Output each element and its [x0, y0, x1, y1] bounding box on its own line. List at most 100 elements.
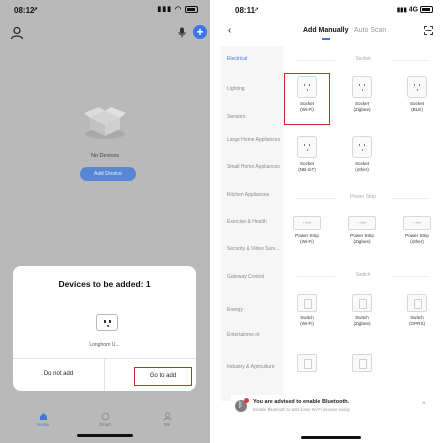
section-title-socket: Socket	[283, 56, 443, 64]
device-switch-more-2[interactable]	[340, 354, 384, 372]
socket-icon	[352, 136, 372, 158]
device-label: Socket (NB-IoT)	[298, 161, 316, 172]
signal-icon: ▮▮▮	[157, 6, 172, 13]
active-tab-indicator	[322, 38, 330, 40]
device-socket-other[interactable]: Socket (other)	[340, 136, 384, 172]
device-label: Switch (GPRS)	[408, 315, 426, 326]
switch-icon	[352, 354, 372, 372]
wifi-icon: ◠	[174, 6, 183, 13]
category-entertainment[interactable]: Entertainme nt	[227, 332, 281, 339]
power-strip-icon: ▫ ▿▿▿	[403, 216, 431, 230]
tab-smart[interactable]: Smart	[80, 412, 130, 427]
category-lighting[interactable]: Lighting	[227, 86, 281, 93]
go-to-add-button[interactable]: Go to add	[134, 367, 192, 386]
tab-home-label: Home	[36, 422, 49, 427]
switch-icon	[297, 294, 317, 312]
device-label: Power Strip (Wi-Fi)	[295, 233, 319, 244]
add-device-plus-button[interactable]: +	[193, 25, 207, 39]
socket-device-icon	[96, 314, 118, 331]
bluetooth-banner-title: You are advised to enable Bluetooth.	[253, 399, 350, 405]
tab-me-label: Me	[163, 422, 171, 427]
scan-icon[interactable]	[424, 26, 433, 35]
microphone-icon[interactable]	[178, 27, 186, 38]
device-label: Power Strip (other)	[405, 233, 429, 244]
status-indicators: ▮▮▮ ◠	[157, 5, 198, 13]
status-bar: 08:12 ➚ ▮▮▮ ◠	[0, 0, 210, 20]
chevron-up-icon[interactable]: ⌃	[421, 401, 427, 409]
power-strip-icon: ▫ ▿▿▿	[348, 216, 376, 230]
device-label: Socket (Zigbee)	[353, 101, 371, 112]
device-socket-ble[interactable]: Socket (BLE)	[395, 76, 439, 112]
dialog-divider-vertical	[104, 358, 105, 391]
status-time: 08:12	[14, 6, 35, 15]
power-strip-icon: ▫ ▿▿▿	[293, 216, 321, 230]
category-large-home-appliances[interactable]: Large Home Appliances	[227, 137, 281, 144]
tab-auto-scan[interactable]: Auto Scan	[354, 27, 386, 34]
notification-dot	[244, 398, 249, 403]
category-small-home-appliances[interactable]: Small Home Appliances	[227, 164, 281, 171]
category-security-video[interactable]: Security & Video Surv...	[227, 246, 281, 253]
device-power-strip-wifi[interactable]: ▫ ▿▿▿ Power Strip (Wi-Fi)	[285, 216, 329, 244]
device-switch-more-1[interactable]	[285, 354, 329, 372]
switch-icon	[297, 354, 317, 372]
signal-icon: ▮▮▮	[396, 7, 407, 14]
device-power-strip-zigbee[interactable]: ▫ ▿▿▿ Power Strip (Zigbee)	[340, 216, 384, 244]
add-device-screen: 08:11 ➚ ▮▮▮ 4G ‹ Add Manually Auto Scan …	[221, 0, 443, 443]
category-industry-agriculture[interactable]: Industry & Agriculture	[227, 364, 281, 371]
tab-me[interactable]: Me	[142, 412, 192, 427]
section-title-power-strip: Power Strip	[283, 194, 443, 202]
category-gateway-control[interactable]: Gateway Control	[227, 274, 281, 281]
empty-state-text: No Devices	[90, 153, 120, 159]
socket-icon	[297, 136, 317, 158]
device-socket-zigbee[interactable]: Socket (Zigbee)	[340, 76, 384, 112]
home-screen: 08:12 ➚ ▮▮▮ ◠ + No Devices Add Device De…	[0, 0, 210, 443]
home-indicator	[77, 434, 133, 437]
category-electrical[interactable]: Electrical	[227, 56, 281, 63]
category-exercise-health[interactable]: Exercise & Health	[227, 219, 281, 226]
device-switch-gprs[interactable]: Switch (GPRS)	[395, 294, 439, 326]
section-title-switch: Switch	[283, 272, 443, 280]
tab-home[interactable]: Home	[18, 412, 68, 427]
do-not-add-button[interactable]: Do not add	[13, 358, 104, 391]
device-label: Switch (Wi-Fi)	[300, 315, 314, 326]
device-socket-nbiot[interactable]: Socket (NB-IoT)	[285, 136, 329, 172]
tab-add-manually[interactable]: Add Manually	[303, 27, 349, 34]
status-indicators: ▮▮▮ 4G	[397, 6, 433, 13]
add-device-header: ‹ Add Manually Auto Scan	[221, 24, 443, 40]
device-label: Switch (Zigbee)	[353, 315, 371, 326]
switch-icon	[352, 294, 372, 312]
selected-device-highlight	[284, 73, 330, 125]
devices-to-add-dialog: Devices to be added: 1 Longhorn U... Do …	[13, 266, 196, 391]
add-device-button[interactable]: Add Device	[80, 167, 136, 181]
switch-icon	[407, 294, 427, 312]
bottom-tab-bar: Home Smart Me	[0, 412, 210, 443]
device-label: Socket (other)	[354, 161, 370, 172]
category-sensors[interactable]: Sensors	[227, 114, 281, 121]
category-energy[interactable]: Energy	[227, 307, 281, 314]
device-switch-zigbee[interactable]: Switch (Zigbee)	[340, 294, 384, 326]
category-sidebar: Electrical Lighting Sensors Large Home A…	[221, 46, 283, 401]
battery-icon	[420, 6, 433, 13]
user-icon[interactable]	[10, 26, 24, 40]
device-catalog: Socket Socket (Wi-Fi) Socket (Zigbee) Sock…	[283, 46, 443, 401]
location-arrow-icon: ➚	[33, 7, 39, 13]
device-switch-wifi[interactable]: Switch (Wi-Fi)	[285, 294, 329, 326]
device-label: Power Strip (Zigbee)	[350, 233, 374, 244]
category-kitchen-appliances[interactable]: Kitchen Appliances	[227, 192, 281, 199]
battery-icon	[185, 5, 198, 13]
back-chevron-icon[interactable]: ‹	[228, 25, 231, 36]
bluetooth-banner-subtitle: Enable Bluetooth to add some Wi-Fi devic…	[253, 407, 351, 412]
network-type: 4G	[408, 6, 419, 14]
device-power-strip-other[interactable]: ▫ ▿▿▿ Power Strip (other)	[395, 216, 439, 244]
device-label: Socket (BLE)	[409, 101, 425, 112]
profile-icon	[163, 412, 171, 421]
bluetooth-banner[interactable]: You are advised to enable Bluetooth. Ena…	[231, 395, 433, 425]
socket-icon	[407, 76, 427, 98]
home-header: +	[0, 22, 210, 42]
status-time: 08:11	[235, 6, 256, 15]
discovered-device-name: Longhorn U...	[89, 342, 120, 348]
dialog-title: Devices to be added: 1	[58, 279, 151, 289]
empty-box-illustration	[84, 107, 126, 139]
location-arrow-icon: ➚	[254, 7, 260, 13]
home-icon	[39, 413, 47, 420]
